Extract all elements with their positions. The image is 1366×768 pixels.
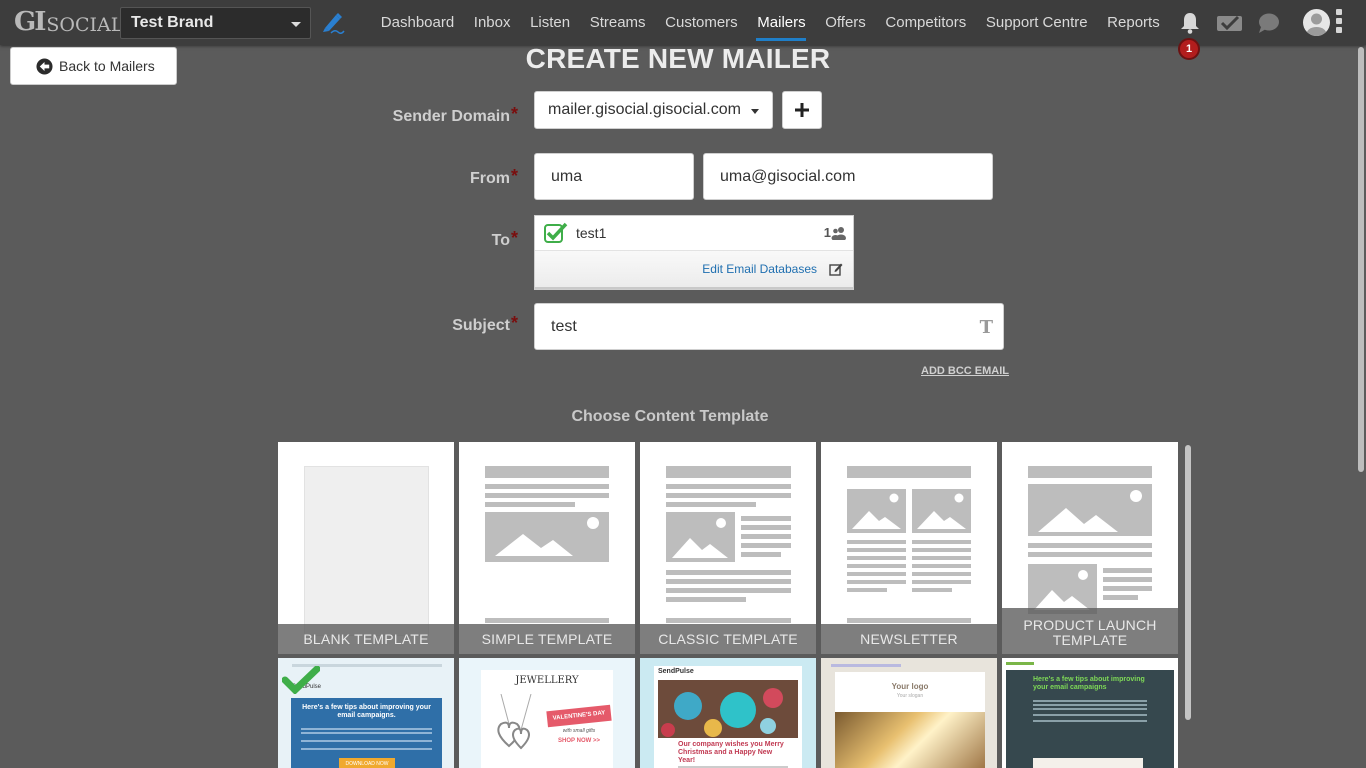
add-bcc-email-link[interactable]: ADD BCC EMAIL [921, 365, 1009, 377]
template-newsletter[interactable]: NEWSLETTER [821, 442, 997, 654]
blank-page-preview [304, 466, 429, 636]
template-preview-christmas[interactable]: SendPulse Our company wishes you Merry C… [640, 658, 816, 768]
template-label: SIMPLE TEMPLATE [459, 624, 635, 654]
to-box-footer: Edit Email Databases [535, 251, 853, 289]
nav-customers[interactable]: Customers [655, 0, 747, 45]
preview-heading: Here's a few tips about improving your e… [302, 704, 431, 719]
nav-streams[interactable]: Streams [580, 0, 655, 45]
logo-mark: GI [14, 7, 46, 37]
nav-listen[interactable]: Listen [520, 0, 580, 45]
recipient-list-name: test1 [576, 225, 607, 241]
preview-heading: Our company wishes you Merry Christmas a… [678, 741, 784, 764]
template-label: PRODUCT LAUNCH TEMPLATE [1002, 608, 1178, 654]
compose-pen-icon[interactable] [321, 10, 345, 34]
subject-input[interactable]: test T [534, 303, 1004, 350]
tasks-check-icon[interactable] [1216, 11, 1243, 35]
text-format-icon[interactable]: T [980, 317, 993, 338]
bell-icon[interactable] [1178, 11, 1202, 35]
preview-logo-text: Your logo [891, 682, 929, 691]
from-label: From * [470, 166, 519, 187]
recipient-list-item[interactable]: test1 1 [535, 216, 853, 251]
logo-text: SOCIAL [46, 14, 124, 36]
template-preview-jewellery[interactable]: JEWELLERY VALENTINE'S DAY with small gif… [459, 658, 635, 768]
template-product-launch[interactable]: PRODUCT LAUNCH TEMPLATE [1002, 442, 1178, 654]
choose-template-title: Choose Content Template [571, 408, 769, 425]
template-label: NEWSLETTER [821, 624, 997, 654]
recipient-count: 1 [824, 225, 847, 240]
template-label: BLANK TEMPLATE [278, 624, 454, 654]
nav-offers[interactable]: Offers [815, 0, 875, 45]
preview-jewellery-title: JEWELLERY [515, 675, 579, 686]
nav-dashboard[interactable]: Dashboard [371, 0, 464, 45]
subject-label: Subject * [452, 313, 519, 334]
image-placeholder-icon [485, 512, 609, 562]
chat-bubble-icon[interactable] [1257, 11, 1281, 35]
template-classic[interactable]: CLASSIC TEMPLATE [640, 442, 816, 654]
edit-email-databases-link[interactable]: Edit Email Databases [702, 262, 817, 276]
image-placeholder-icon [912, 489, 971, 533]
more-menu-icon[interactable] [1336, 9, 1344, 37]
template-simple[interactable]: SIMPLE TEMPLATE [459, 442, 635, 654]
nav-support-centre[interactable]: Support Centre [976, 0, 1097, 45]
nav-mailers[interactable]: Mailers [747, 0, 815, 45]
nav-reports[interactable]: Reports [1097, 0, 1169, 45]
brand-select[interactable]: Test Brand [120, 7, 311, 39]
selected-check-icon [282, 666, 320, 694]
back-button-label: Back to Mailers [59, 58, 155, 74]
template-blank[interactable]: BLANK TEMPLATE [278, 442, 454, 654]
preview-tagline: with small gifts [562, 728, 596, 734]
gisocial-logo[interactable]: GI SOCIAL [14, 8, 123, 36]
top-navbar: GI SOCIAL Test Brand Dashboard Inbox Lis… [0, 0, 1366, 60]
sender-domain-select[interactable]: mailer.gisocial.gisocial.com [534, 91, 773, 129]
pendant-image-icon [497, 694, 532, 750]
add-domain-button[interactable] [782, 91, 822, 129]
template-preview-tips-dark[interactable]: Here's a few tips about improving your e… [1002, 658, 1178, 768]
preview-valentine-banner: VALENTINE'S DAY [546, 704, 612, 728]
image-placeholder-icon [1028, 484, 1152, 536]
nav-competitors[interactable]: Competitors [876, 0, 976, 45]
preview-slogan: Your slogan [896, 693, 924, 699]
to-recipients-box: test1 1 Edit Email Databases [534, 215, 854, 290]
user-avatar[interactable] [1303, 9, 1330, 36]
back-to-mailers-button[interactable]: Back to Mailers [10, 47, 177, 85]
image-placeholder-icon [1028, 564, 1097, 614]
to-label: To * [491, 228, 519, 249]
image-placeholder-icon [847, 489, 906, 533]
user-icon [1306, 13, 1327, 36]
template-grid: BLANK TEMPLATE SIMPLE TEMPLATE CLASSIC T… [278, 442, 1183, 768]
image-placeholder-icon [666, 512, 735, 562]
brand-select-value: Test Brand [131, 14, 214, 31]
chevron-down-icon [751, 109, 759, 114]
edit-icon[interactable] [829, 262, 843, 276]
preview-forest-image [835, 712, 985, 768]
checkbox-checked-icon[interactable] [544, 222, 568, 244]
from-name-input[interactable]: uma [534, 153, 694, 200]
from-email-input[interactable]: uma@gisocial.com [703, 153, 993, 200]
subject-value: test [551, 317, 577, 335]
arrow-left-circle-icon [36, 57, 53, 75]
template-label: CLASSIC TEMPLATE [640, 624, 816, 654]
sender-domain-value: mailer.gisocial.gisocial.com [548, 101, 741, 118]
sender-domain-label: Sender Domain * [392, 104, 519, 125]
template-preview-your-logo[interactable]: Your logo Your slogan [821, 658, 997, 768]
template-grid-scrollbar[interactable] [1183, 442, 1193, 768]
preview-download-button: DOWNLOAD NOW [339, 758, 395, 768]
preview-heading: Here's a few tips about improving your e… [1033, 676, 1145, 691]
chevron-down-icon [291, 22, 301, 27]
page-scrollbar[interactable] [1356, 45, 1366, 768]
users-icon [831, 226, 846, 240]
nav-inbox[interactable]: Inbox [464, 0, 520, 45]
christmas-ornaments-image-icon [658, 680, 798, 738]
page-title: CREATE NEW MAILER [525, 43, 831, 74]
template-preview-tips[interactable]: SendPulse Here's a few tips about improv… [278, 658, 454, 768]
preview-brand: SendPulse [658, 668, 694, 675]
plus-icon [795, 103, 809, 117]
main-nav: Dashboard Inbox Listen Streams Customers… [371, 0, 1170, 45]
preview-shop-link: SHOP NOW >> [558, 738, 600, 744]
